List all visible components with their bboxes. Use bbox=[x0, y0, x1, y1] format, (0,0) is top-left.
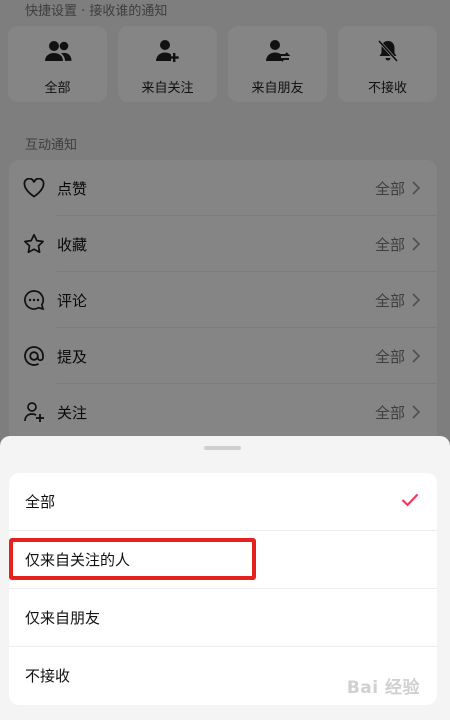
option-label: 仅来自朋友 bbox=[25, 609, 101, 627]
watermark: Bai 经验 bbox=[346, 678, 420, 698]
options-card: 全部 仅来自关注的人 仅来自朋友 不接收 bbox=[9, 473, 437, 705]
option-label: 不接收 bbox=[25, 667, 71, 685]
highlight-annotation-box bbox=[9, 538, 256, 580]
option-all[interactable]: 全部 bbox=[9, 473, 437, 531]
check-icon bbox=[401, 493, 419, 507]
sheet-grabber[interactable] bbox=[204, 446, 241, 450]
option-friends-only[interactable]: 仅来自朋友 bbox=[9, 589, 437, 647]
option-label: 全部 bbox=[25, 493, 56, 511]
